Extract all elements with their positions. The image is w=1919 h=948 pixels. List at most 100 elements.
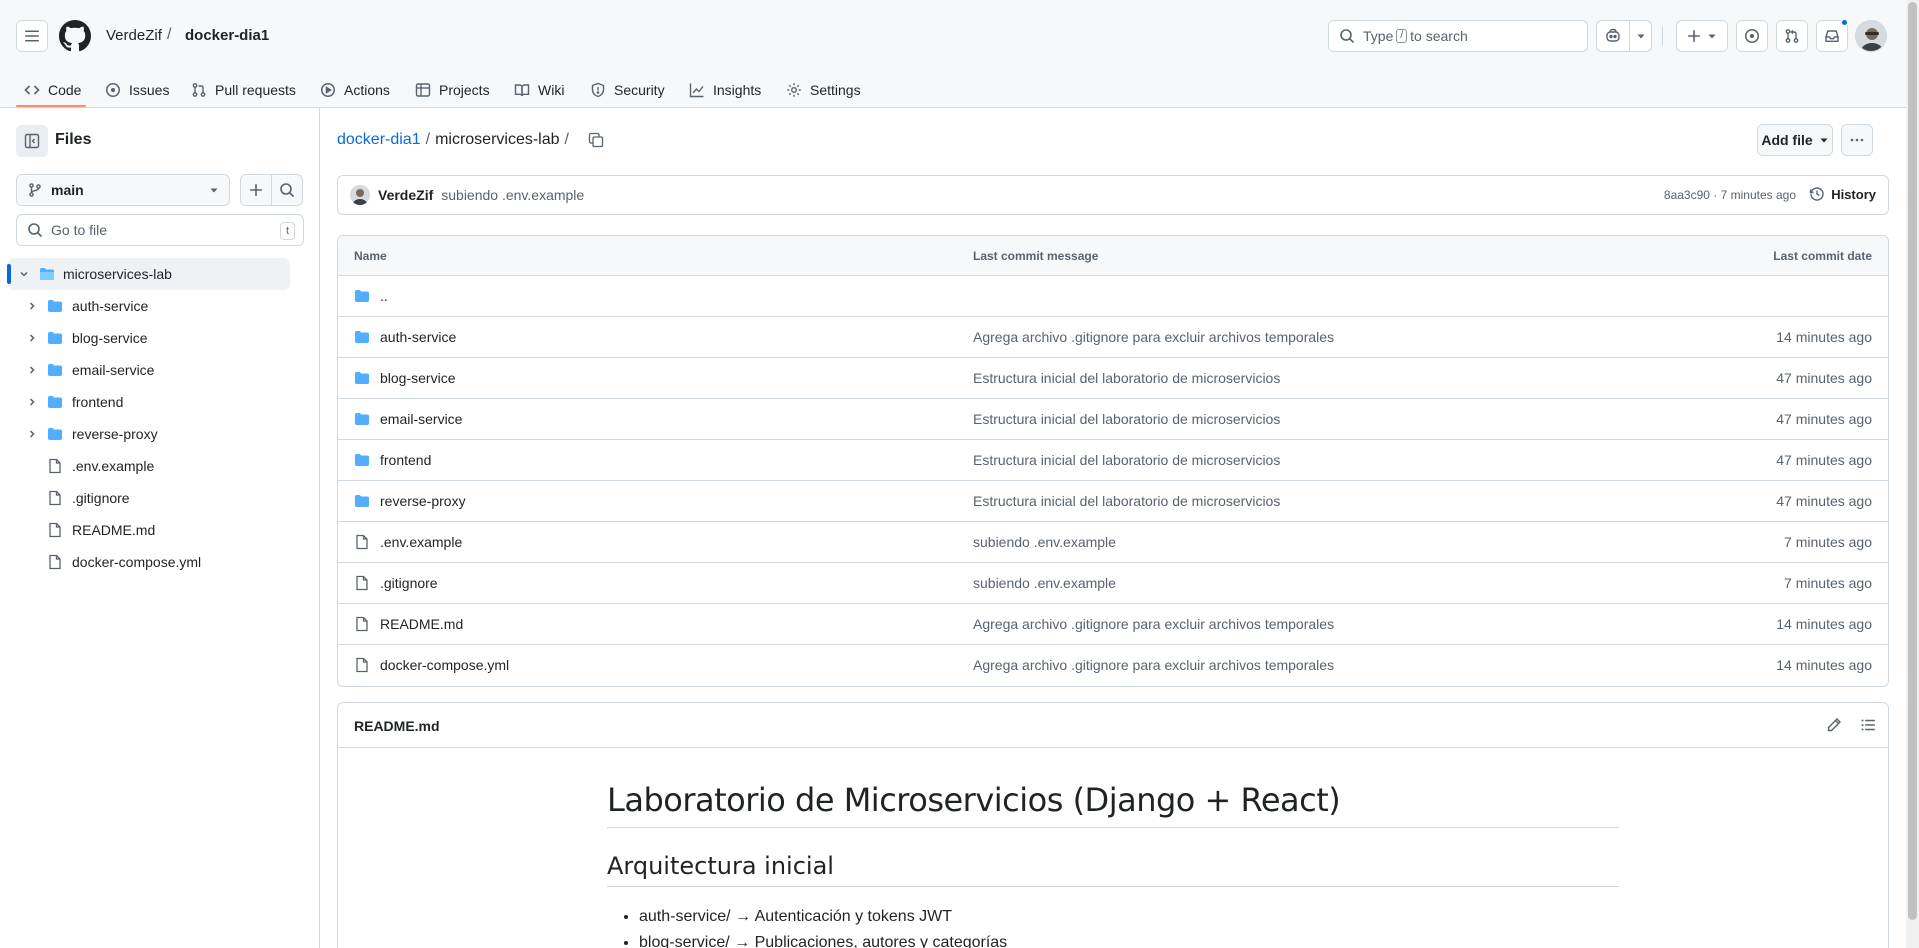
- tree-item-gitignore[interactable]: .gitignore: [0, 482, 320, 514]
- file-name-link[interactable]: docker-compose.yml: [380, 657, 509, 673]
- tab-insights[interactable]: Insights: [689, 72, 761, 108]
- tree-item-docker-compose[interactable]: docker-compose.yml: [0, 546, 320, 578]
- file-name-link[interactable]: frontend: [380, 452, 431, 468]
- table-row[interactable]: .env.example subiendo .env.example 7 minut…: [338, 522, 1888, 563]
- tab-label: Pull requests: [215, 82, 296, 98]
- folder-icon: [47, 298, 63, 314]
- tab-label: Wiki: [538, 82, 565, 98]
- file-name-link[interactable]: README.md: [380, 616, 463, 632]
- branch-icon: [27, 182, 43, 198]
- tree-item-auth-service[interactable]: auth-service: [0, 290, 320, 322]
- folder-icon: [354, 329, 370, 345]
- sidebar-title: Files: [55, 131, 92, 148]
- file-commit-message[interactable]: Agrega archivo .gitignore para excluir a…: [973, 616, 1334, 632]
- history-button[interactable]: History: [1809, 186, 1876, 202]
- add-file-sidebar-button[interactable]: [240, 174, 272, 206]
- copy-path-icon[interactable]: [588, 132, 604, 148]
- table-row[interactable]: README.md Agrega archivo .gitignore para …: [338, 604, 1888, 645]
- list-unordered-icon[interactable]: [1860, 717, 1876, 733]
- table-row[interactable]: ..: [338, 276, 1888, 317]
- more-options-button[interactable]: [1841, 124, 1873, 156]
- pencil-icon[interactable]: [1826, 717, 1842, 733]
- chevron-right-icon[interactable]: [26, 428, 38, 440]
- header-divider: [1662, 26, 1663, 46]
- commit-author[interactable]: VerdeZif: [378, 187, 433, 203]
- tab-issues[interactable]: Issues: [105, 72, 169, 108]
- collapse-sidebar-button[interactable]: [16, 125, 48, 157]
- github-logo-icon[interactable]: [59, 20, 91, 52]
- tab-wiki[interactable]: Wiki: [514, 72, 564, 108]
- tab-pull-requests[interactable]: Pull requests: [191, 72, 296, 108]
- tree-item-readme[interactable]: README.md: [0, 514, 320, 546]
- tree-item-label: README.md: [72, 522, 156, 538]
- file-commit-message[interactable]: subiendo .env.example: [973, 575, 1116, 591]
- commit-message[interactable]: subiendo .env.example: [441, 187, 584, 203]
- tree-item-blog-service[interactable]: blog-service: [0, 322, 320, 354]
- file-name-link[interactable]: .env.example: [380, 534, 462, 550]
- breadcrumb-repo[interactable]: docker-dia1: [185, 27, 269, 44]
- tab-projects[interactable]: Projects: [415, 72, 490, 108]
- file-commit-message[interactable]: Estructura inicial del laboratorio de mi…: [973, 370, 1280, 386]
- copilot-dropdown-button[interactable]: [1629, 21, 1651, 51]
- tree-item-reverse-proxy[interactable]: reverse-proxy: [0, 418, 320, 450]
- file-name-link[interactable]: blog-service: [380, 370, 455, 386]
- chevron-right-icon[interactable]: [26, 300, 38, 312]
- table-row[interactable]: docker-compose.yml Agrega archivo .gitign…: [338, 645, 1888, 686]
- file-commit-message[interactable]: Estructura inicial del laboratorio de mi…: [973, 452, 1280, 468]
- table-row[interactable]: reverse-proxy Estructura inicial del labo…: [338, 481, 1888, 522]
- add-file-button[interactable]: Add file: [1757, 124, 1833, 156]
- chevron-right-icon[interactable]: [26, 332, 38, 344]
- tree-item-email-service[interactable]: email-service: [0, 354, 320, 386]
- tab-actions[interactable]: Actions: [320, 72, 390, 108]
- kebab-horizontal-icon: [1849, 132, 1865, 148]
- breadcrumb-owner[interactable]: VerdeZif: [106, 27, 162, 44]
- table-row[interactable]: email-service Estructura inicial del labo…: [338, 399, 1888, 440]
- commit-hash-time[interactable]: 8aa3c90 · 7 minutes ago: [1664, 188, 1796, 202]
- user-avatar[interactable]: [1855, 20, 1887, 52]
- file-commit-message[interactable]: Agrega archivo .gitignore para excluir a…: [973, 657, 1334, 673]
- go-to-file-placeholder: Go to file: [51, 222, 108, 238]
- table-row[interactable]: frontend Estructura inicial del laborator…: [338, 440, 1888, 481]
- file-name-link[interactable]: reverse-proxy: [380, 493, 466, 509]
- file-name-link[interactable]: email-service: [380, 411, 462, 427]
- file-tree-sidebar: Files main Go to file t microservices-la…: [0, 108, 320, 948]
- table-row[interactable]: blog-service Estructura inicial del labor…: [338, 358, 1888, 399]
- tree-item-frontend[interactable]: frontend: [0, 386, 320, 418]
- chevron-right-icon[interactable]: [26, 364, 38, 376]
- tab-label: Code: [48, 82, 82, 98]
- tree-item-env-example[interactable]: .env.example: [0, 450, 320, 482]
- table-row[interactable]: .gitignore subiendo .env.example 7 minutes…: [338, 563, 1888, 604]
- tab-label: Projects: [439, 82, 490, 98]
- create-new-button[interactable]: [1676, 20, 1728, 52]
- branch-selector[interactable]: main: [16, 174, 230, 206]
- copilot-button[interactable]: [1597, 21, 1629, 51]
- file-name-link[interactable]: auth-service: [380, 329, 456, 345]
- search-input[interactable]: Type / to search: [1328, 20, 1588, 52]
- file-commit-message[interactable]: Estructura inicial del laboratorio de mi…: [973, 493, 1280, 509]
- readme-title[interactable]: README.md: [354, 718, 440, 734]
- tab-security[interactable]: Security: [590, 72, 665, 108]
- pull-requests-button[interactable]: [1776, 20, 1808, 52]
- search-files-button[interactable]: [271, 174, 303, 206]
- scrollbar-thumb[interactable]: [1908, 2, 1917, 920]
- go-to-file-input[interactable]: Go to file t: [16, 214, 304, 246]
- chevron-down-icon: [1819, 135, 1829, 145]
- file-name-link[interactable]: .gitignore: [380, 575, 438, 591]
- tab-code[interactable]: Code: [24, 72, 81, 108]
- chevron-down-icon[interactable]: [18, 268, 30, 280]
- tab-settings[interactable]: Settings: [786, 72, 861, 108]
- tree-item-microservices-lab[interactable]: microservices-lab: [7, 258, 290, 290]
- table-row[interactable]: auth-service Agrega archivo .gitignore pa…: [338, 317, 1888, 358]
- commit-author-avatar[interactable]: [350, 185, 370, 205]
- file-commit-message[interactable]: Agrega archivo .gitignore para excluir a…: [973, 329, 1334, 345]
- issue-icon: [105, 82, 121, 98]
- breadcrumb-root-link[interactable]: docker-dia1: [337, 131, 421, 149]
- file-commit-message[interactable]: Estructura inicial del laboratorio de mi…: [973, 411, 1280, 427]
- menu-button[interactable]: [16, 20, 48, 52]
- issues-button[interactable]: [1736, 20, 1768, 52]
- pull-request-icon: [191, 82, 207, 98]
- file-commit-message[interactable]: subiendo .env.example: [973, 534, 1116, 550]
- file-name-link[interactable]: ..: [380, 288, 388, 304]
- search-icon: [27, 222, 43, 238]
- chevron-right-icon[interactable]: [26, 396, 38, 408]
